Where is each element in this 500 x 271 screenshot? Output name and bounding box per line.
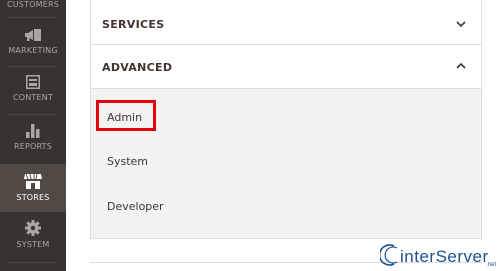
nav-reports-label: REPORTS	[13, 142, 53, 151]
nav-stores-label: STORES	[16, 193, 50, 202]
section-advanced[interactable]: ADVANCED	[91, 46, 481, 89]
config-main: SERVICES ADVANCED Admin System Developer	[66, 0, 500, 271]
svg-text:interServer: interServer	[400, 247, 489, 266]
section-services[interactable]: SERVICES	[91, 3, 481, 45]
gear-icon	[25, 220, 41, 236]
nav-marketing-label: MARKETING	[8, 46, 58, 55]
admin-sidebar: CUSTOMERS MARKETING CONTENT REPORTS STOR…	[0, 0, 66, 271]
nav-reports[interactable]: REPORTS	[0, 123, 66, 159]
nav-system[interactable]: SYSTEM	[0, 220, 66, 256]
section-advanced-title: ADVANCED	[102, 61, 173, 74]
chevron-down-icon	[456, 21, 466, 28]
interserver-watermark: interServer .net	[378, 242, 498, 268]
admin-highlight-box	[96, 100, 156, 131]
nav-customers-label: CUSTOMERS	[6, 0, 60, 9]
nav-stores[interactable]: STORES	[0, 164, 66, 212]
storefront-icon	[24, 173, 42, 189]
section-services-title: SERVICES	[102, 18, 165, 31]
nav-content-label: CONTENT	[12, 93, 54, 102]
svg-text:.net: .net	[486, 262, 496, 268]
bar-chart-icon	[26, 124, 40, 138]
interserver-logo-icon: interServer .net	[378, 244, 496, 268]
submenu-item-system[interactable]: System	[107, 155, 148, 168]
megaphone-icon	[25, 29, 41, 41]
nav-customers[interactable]: CUSTOMERS	[0, 0, 66, 14]
content-layout-icon	[26, 75, 40, 89]
nav-marketing[interactable]: MARKETING	[0, 28, 66, 64]
nav-system-label: SYSTEM	[16, 240, 50, 249]
nav-content[interactable]: CONTENT	[0, 75, 66, 111]
chevron-up-icon	[456, 62, 466, 69]
submenu-item-developer[interactable]: Developer	[107, 200, 164, 213]
